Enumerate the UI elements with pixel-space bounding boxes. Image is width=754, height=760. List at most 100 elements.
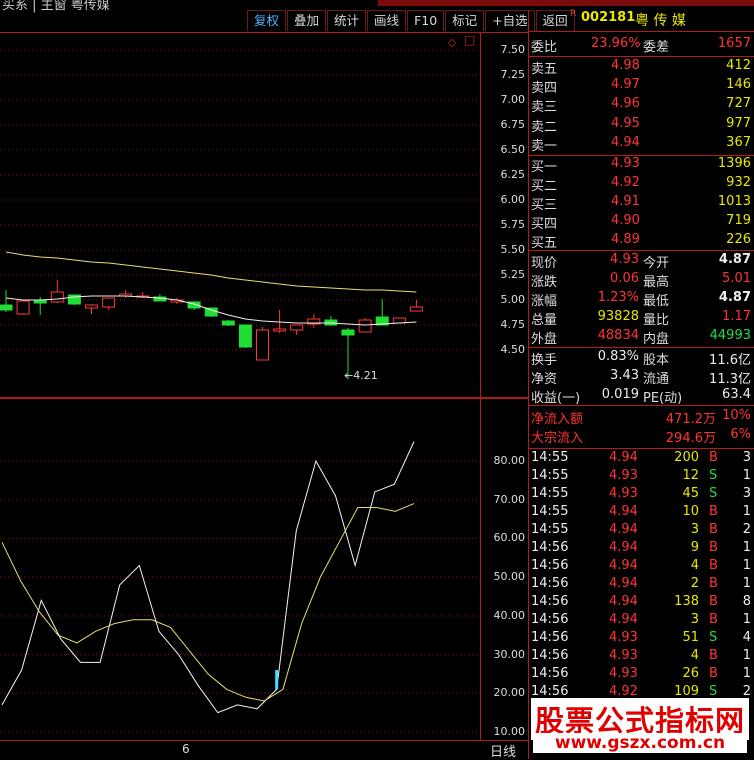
indicator-tick: 70.00	[493, 492, 526, 506]
fin-label-2: PE(动)	[643, 391, 683, 406]
tick-price: 4.93	[609, 630, 638, 645]
quote-row: 总量 93828 量比 1.17	[529, 309, 754, 328]
tick-price: 4.94	[609, 540, 638, 555]
bid-row-label: 买二	[531, 179, 558, 194]
tick-row: 14:56 4.94 3 B 1	[529, 612, 754, 631]
tick-direction: S	[709, 630, 718, 645]
chart-toolbar: 复权 叠加 统计 画线 F10 标记 +自选 返回	[247, 10, 576, 32]
tick-time: 14:56	[531, 630, 569, 645]
ask-row-price: 4.96	[611, 96, 640, 112]
ask-row-label: 卖三	[531, 100, 558, 116]
candle	[290, 324, 304, 335]
tick-count: 8	[742, 594, 751, 609]
tick-count: 1	[742, 648, 751, 663]
toolbar-btn-1[interactable]: 叠加	[287, 10, 327, 31]
ask-row-label: 卖五	[531, 62, 558, 77]
tick-volume: 4	[690, 648, 699, 663]
tick-row: 14:55 4.94 10 B 1	[529, 504, 754, 523]
indicator-tick: 40.00	[493, 608, 526, 622]
quote-value-2: 5.01	[722, 271, 751, 286]
stock-header: R 002181 粤 传 媒	[529, 9, 754, 29]
bid-row-price: 4.92	[611, 175, 640, 190]
stock-code: 002181	[581, 10, 636, 25]
quote-label: 外盘	[531, 332, 558, 347]
tick-time: 14:56	[531, 540, 569, 555]
toolbar-btn-2[interactable]: 统计	[327, 10, 367, 31]
tick-row: 14:56 4.94 138 B 8	[529, 594, 754, 613]
quote-value-2: 44993	[709, 328, 751, 343]
quote-label-2: 量比	[643, 313, 670, 328]
quote-label-2: 内盘	[643, 332, 670, 347]
tick-direction: B	[709, 576, 718, 591]
bid-row-label: 买三	[531, 198, 558, 213]
fin-row: 换手 0.83% 股本 11.6亿	[529, 349, 754, 368]
tick-volume: 45	[682, 486, 699, 501]
stock-name: 粤 传 媒	[635, 13, 686, 29]
tick-price: 4.94	[609, 558, 638, 573]
candle	[256, 327, 269, 361]
tick-volume: 3	[690, 612, 699, 627]
weibi-label: 委比	[531, 40, 558, 55]
fin-value-2: 11.6亿	[709, 353, 751, 368]
ask-row-label: 卖一	[531, 138, 558, 154]
quote-value: 48834	[597, 328, 639, 343]
r-badge: R	[570, 9, 577, 19]
fin-label-2: 流通	[643, 372, 670, 387]
tick-direction: S	[709, 468, 718, 483]
ask-row-price: 4.98	[611, 58, 640, 73]
bid-row-label: 买四	[531, 217, 558, 232]
tick-direction: B	[709, 450, 718, 465]
ask-row-price: 4.95	[611, 115, 640, 131]
fin-label: 净资	[531, 372, 558, 387]
toolbar-btn-0[interactable]: 复权	[247, 10, 287, 31]
bid-row-price: 4.90	[611, 213, 640, 228]
tick-time: 14:56	[531, 612, 569, 627]
toolbar-btn-4[interactable]: F10	[407, 10, 445, 31]
price-chart[interactable]	[0, 33, 480, 397]
ask-row: 卖四 4.97 146	[529, 77, 754, 96]
toolbar-btn-5[interactable]: 标记	[445, 10, 485, 31]
tick-direction: S	[709, 486, 718, 501]
tick-price: 4.94	[609, 522, 638, 537]
indicator-tick: 20.00	[493, 686, 526, 700]
quote-label: 总量	[531, 313, 558, 328]
candle	[409, 300, 423, 312]
tick-time: 14:55	[531, 468, 569, 483]
candle	[238, 324, 252, 348]
tick-time: 14:56	[531, 594, 569, 609]
quote-label-2: 今开	[643, 256, 670, 271]
candle	[307, 314, 321, 328]
watermark-url: www.gszx.com.cn	[533, 733, 747, 753]
ask-row-label: 卖四	[531, 81, 558, 97]
tick-count: 1	[742, 468, 751, 483]
toolbar-btn-3[interactable]: 画线	[367, 10, 407, 31]
tick-count: 1	[742, 612, 751, 627]
bid-row: 买二 4.92 932	[529, 175, 754, 194]
ma-short-line	[5, 295, 417, 326]
ask-row-volume: 727	[726, 96, 751, 112]
price-tick: 4.50	[500, 343, 526, 356]
tick-row: 14:56 4.94 4 B 1	[529, 558, 754, 577]
bid-row-price: 4.89	[611, 232, 640, 247]
candle	[375, 299, 389, 326]
fin-label: 收益(一)	[531, 391, 581, 406]
candle	[102, 297, 116, 310]
period-label[interactable]: 日线	[490, 741, 516, 760]
ask-row: 卖五 4.98 412	[529, 58, 754, 77]
tick-volume: 12	[682, 468, 699, 483]
quote-row: 现价 4.93 今开 4.87	[529, 252, 754, 271]
candle	[204, 307, 218, 317]
price-tick: 6.00	[500, 193, 526, 206]
price-tick: 5.75	[500, 218, 526, 231]
indicator-tick: 30.00	[493, 647, 526, 661]
tick-count: 3	[742, 486, 751, 501]
tick-volume: 200	[674, 450, 699, 465]
candle	[392, 317, 406, 324]
indicator-tick: 80.00	[493, 454, 526, 467]
indicator-chart[interactable]	[0, 399, 480, 740]
fin-label: 换手	[531, 353, 558, 368]
quote-value: 1.23%	[597, 290, 639, 305]
quote-value-2: 4.87	[718, 290, 751, 305]
tick-row: 14:55 4.94 3 B 2	[529, 522, 754, 541]
price-tick: 7.00	[500, 93, 526, 106]
